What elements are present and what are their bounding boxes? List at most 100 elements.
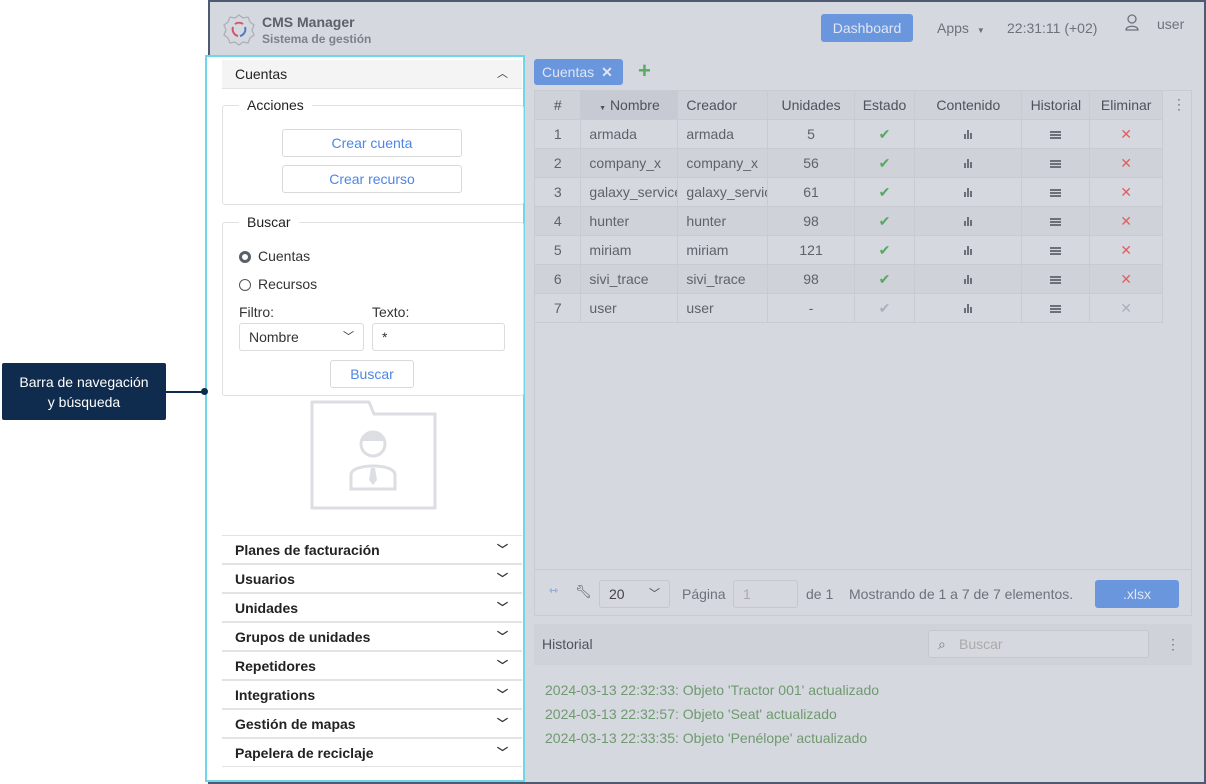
list-icon[interactable] (1050, 247, 1062, 255)
app-title: CMS Manager (262, 14, 355, 30)
delete-icon[interactable]: ✕ (1120, 271, 1132, 287)
sidebar-item[interactable]: Papelera de reciclaje ﹀ (222, 738, 522, 767)
radio-accounts[interactable] (239, 251, 251, 263)
sidebar-item[interactable]: Integrations ﹀ (222, 680, 522, 709)
table-row[interactable]: 2 company_x company_x 56 ✔ ✕ (533, 148, 1163, 178)
delete-icon[interactable]: ✕ (1120, 213, 1132, 229)
col-number[interactable]: # (533, 90, 582, 120)
text-input[interactable]: * (372, 323, 505, 351)
page-input[interactable]: 1 (733, 580, 798, 608)
accordion-label: Cuentas (235, 66, 288, 82)
table-menu-icon[interactable]: ⋮ (1172, 96, 1186, 113)
col-delete[interactable]: Eliminar (1089, 90, 1163, 120)
caret-down-icon: ▼ (976, 26, 985, 35)
radio-resources-label: Recursos (258, 276, 318, 292)
search-group: Buscar Cuentas Recursos Filtro: Texto: N… (222, 214, 524, 396)
cell-creator: company_x (677, 148, 769, 178)
cell-name[interactable]: user (580, 293, 679, 323)
col-name[interactable]: ▼ Nombre (580, 90, 679, 120)
create-resource-button[interactable]: Crear recurso (282, 165, 462, 193)
sidebar-item-label: Unidades (235, 600, 299, 616)
col-content[interactable]: Contenido (914, 90, 1023, 120)
table-row[interactable]: 7 user user - ✔ ✕ (533, 293, 1163, 323)
list-icon[interactable] (1050, 218, 1062, 226)
delete-icon[interactable]: ✕ (1120, 155, 1132, 171)
cell-creator: galaxy_service (677, 177, 769, 207)
cell-units: 98 (767, 264, 855, 294)
list-icon[interactable] (1050, 131, 1062, 139)
table-row[interactable]: 1 armada armada 5 ✔ ✕ (533, 119, 1163, 149)
bar-chart-icon[interactable] (963, 159, 974, 168)
per-page-select[interactable]: 20 ﹀ (599, 580, 670, 608)
bar-chart-icon[interactable] (963, 130, 974, 139)
chevron-down-icon: ﹀ (497, 631, 508, 643)
delete-icon[interactable]: ✕ (1120, 242, 1132, 258)
delete-icon[interactable]: ✕ (1120, 300, 1132, 316)
sidebar-item[interactable]: Grupos de unidades ﹀ (222, 622, 522, 651)
bar-chart-icon[interactable] (963, 246, 974, 255)
user-name[interactable]: user (1157, 16, 1184, 32)
search-button[interactable]: Buscar (330, 360, 414, 388)
accounts-table: # ▼ Nombre Creador Unidades Estado Conte… (533, 90, 1163, 323)
cell-name[interactable]: galaxy_service (580, 177, 679, 207)
page-of: de 1 (806, 586, 834, 602)
apps-label: Apps (937, 20, 969, 36)
table-row[interactable]: 4 hunter hunter 98 ✔ ✕ (533, 206, 1163, 236)
delete-icon[interactable]: ✕ (1120, 184, 1132, 200)
list-icon[interactable] (1050, 160, 1062, 168)
sidebar-item[interactable]: Planes de facturación ﹀ (222, 535, 522, 564)
filter-label: Filtro: (239, 304, 274, 320)
delete-icon[interactable]: ✕ (1120, 126, 1132, 142)
table-cell: ✕ (1089, 206, 1163, 236)
export-xlsx-button[interactable]: .xlsx (1095, 580, 1179, 608)
col-status[interactable]: Estado (853, 90, 916, 120)
list-icon[interactable] (1050, 276, 1062, 284)
accordion-cuentas[interactable]: Cuentas ︿ (222, 60, 522, 89)
cell-name[interactable]: armada (580, 119, 679, 149)
wrench-icon[interactable]: 🔧︎ (575, 584, 592, 600)
user-icon[interactable] (1124, 13, 1140, 33)
list-icon[interactable] (1050, 305, 1062, 313)
sidebar-item-label: Gestión de mapas (235, 716, 356, 732)
callout-dot (201, 388, 208, 395)
cell-units: 121 (767, 235, 855, 265)
table-row[interactable]: 3galaxy_servicegalaxy_service61✔✕ (533, 177, 1163, 207)
tab-cuentas[interactable]: Cuentas ✕ (534, 59, 623, 85)
bar-chart-icon[interactable] (963, 188, 974, 197)
cell-name[interactable]: company_x (580, 148, 679, 178)
bar-chart-icon[interactable] (963, 275, 974, 284)
col-history[interactable]: Historial (1021, 90, 1091, 120)
cell-units: 61 (767, 177, 855, 207)
table-row[interactable]: 5 miriam miriam 121 ✔ ✕ (533, 235, 1163, 265)
sidebar-item[interactable]: Usuarios ﹀ (222, 564, 522, 593)
col-creator[interactable]: Creador (677, 90, 769, 120)
cell-name[interactable]: hunter (580, 206, 679, 236)
list-icon[interactable] (1050, 189, 1062, 197)
create-account-button[interactable]: Crear cuenta (282, 129, 462, 157)
table-cell: ✕ (1089, 119, 1163, 149)
table-row[interactable]: 6 sivi_trace sivi_trace 98 ✔ ✕ (533, 264, 1163, 294)
sidebar-item[interactable]: Gestión de mapas ﹀ (222, 709, 522, 738)
cell-name[interactable]: sivi_trace (580, 264, 679, 294)
dashboard-button[interactable]: Dashboard (821, 14, 913, 42)
cell-units: - (767, 293, 855, 323)
history-search-input[interactable]: ⌕ Buscar (928, 630, 1149, 658)
add-tab-icon[interactable]: + (638, 58, 651, 84)
sidebar-item[interactable]: Unidades ﹀ (222, 593, 522, 622)
bar-chart-icon[interactable] (963, 304, 974, 313)
history-menu-icon[interactable]: ⋮ (1166, 636, 1180, 653)
bar-chart-icon[interactable] (963, 217, 974, 226)
fit-columns-icon[interactable]: ⇿ (549, 584, 558, 597)
check-icon: ✔ (878, 125, 891, 142)
sidebar-item-label: Planes de facturación (235, 542, 380, 558)
cell-name[interactable]: miriam (580, 235, 679, 265)
sidebar-item[interactable]: Repetidores ﹀ (222, 651, 522, 680)
chevron-down-icon: ﹀ (497, 573, 508, 585)
radio-resources[interactable] (239, 279, 251, 291)
app-subtitle: Sistema de gestión (262, 32, 372, 46)
apps-menu[interactable]: Apps ▼ (937, 20, 985, 36)
close-icon[interactable]: ✕ (601, 64, 613, 80)
col-units[interactable]: Unidades (767, 90, 855, 120)
actions-legend: Acciones (247, 97, 304, 113)
filter-select[interactable]: Nombre ﹀ (239, 323, 364, 351)
